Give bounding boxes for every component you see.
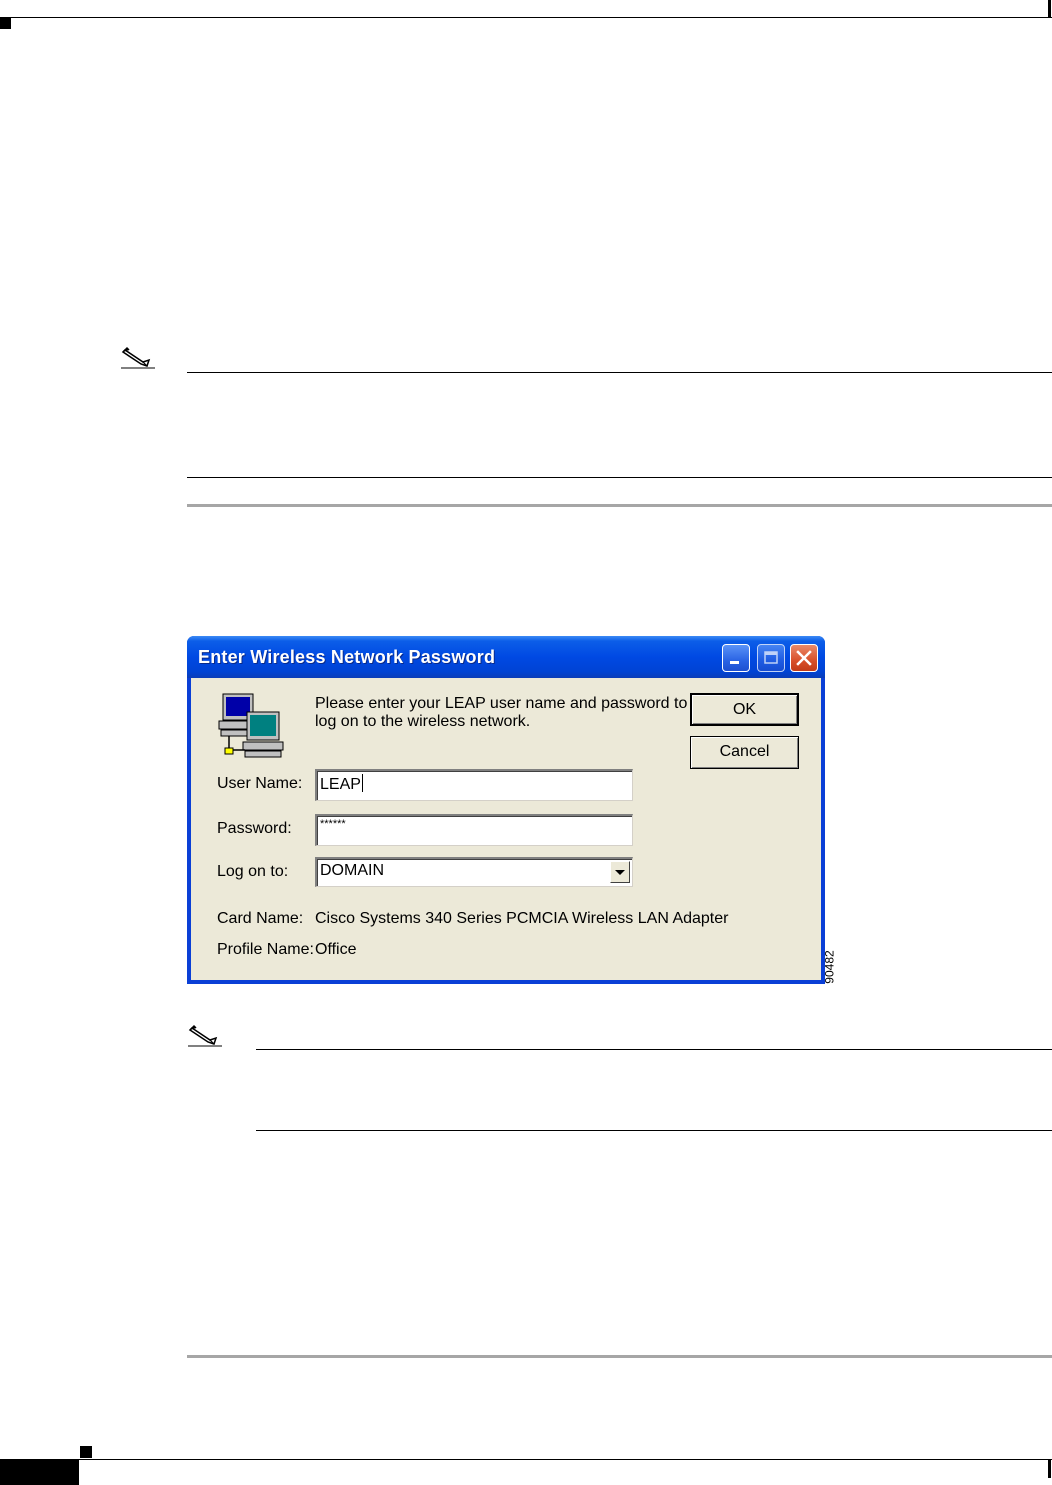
username-label: User Name: — [217, 775, 303, 792]
card-name-label: Card Name: — [217, 910, 304, 927]
figure-id-text: 90482 — [822, 950, 837, 984]
dialog-message-line1: Please enter your LEAP user name and pas… — [315, 695, 688, 712]
logon-label: Log on to: — [217, 863, 289, 880]
password-label: Password: — [217, 820, 292, 837]
dropdown-button[interactable] — [610, 861, 630, 883]
note-top-rule — [187, 372, 1052, 373]
footer-rule — [0, 1459, 1052, 1460]
password-field[interactable]: ****** — [315, 814, 633, 846]
note-pencil-icon — [119, 344, 157, 370]
maximize-icon — [764, 651, 778, 664]
profile-name-label: Profile Name: — [217, 941, 314, 958]
dialog-message-line2: log on to the wireless network. — [315, 713, 531, 730]
header-rule — [0, 17, 1052, 18]
network-computers-icon — [215, 690, 285, 760]
card-name-value: Cisco Systems 340 Series PCMCIA Wireless… — [315, 910, 729, 927]
note2-top-rule — [256, 1049, 1052, 1050]
close-icon — [796, 650, 812, 666]
minimize-icon — [730, 661, 739, 664]
username-field[interactable]: LEAP — [315, 769, 633, 801]
dialog-client-area: Please enter your LEAP user name and pas… — [191, 678, 821, 980]
logon-dropdown[interactable]: DOMAIN — [315, 857, 633, 887]
header-marker — [0, 18, 11, 29]
close-button[interactable] — [790, 644, 818, 672]
password-value: ****** — [320, 818, 346, 830]
section-end-divider — [187, 1355, 1052, 1358]
dropdown-arrow-icon — [615, 870, 625, 875]
note-bottom-rule — [187, 477, 1052, 478]
ok-button[interactable]: OK — [690, 693, 799, 726]
figure-id: 90482 — [822, 948, 840, 988]
note-pencil-icon — [186, 1022, 224, 1048]
text-caret — [361, 774, 363, 792]
profile-name-value: Office — [315, 941, 357, 958]
dialog-title: Enter Wireless Network Password — [198, 647, 496, 667]
section-divider — [187, 504, 1052, 507]
cancel-button[interactable]: Cancel — [690, 736, 799, 769]
note2-bottom-rule — [256, 1130, 1052, 1131]
header-tick — [1048, 0, 1051, 18]
maximize-button[interactable] — [757, 644, 785, 672]
password-dialog: Enter Wireless Network Password Please e… — [187, 636, 825, 984]
username-value: LEAP — [320, 776, 361, 793]
footer-page-block — [0, 1460, 79, 1485]
dialog-titlebar[interactable]: Enter Wireless Network Password — [187, 636, 825, 678]
footer-marker — [80, 1446, 92, 1458]
logon-value: DOMAIN — [320, 862, 384, 879]
footer-tick — [1048, 1460, 1051, 1478]
minimize-button[interactable] — [722, 644, 750, 672]
